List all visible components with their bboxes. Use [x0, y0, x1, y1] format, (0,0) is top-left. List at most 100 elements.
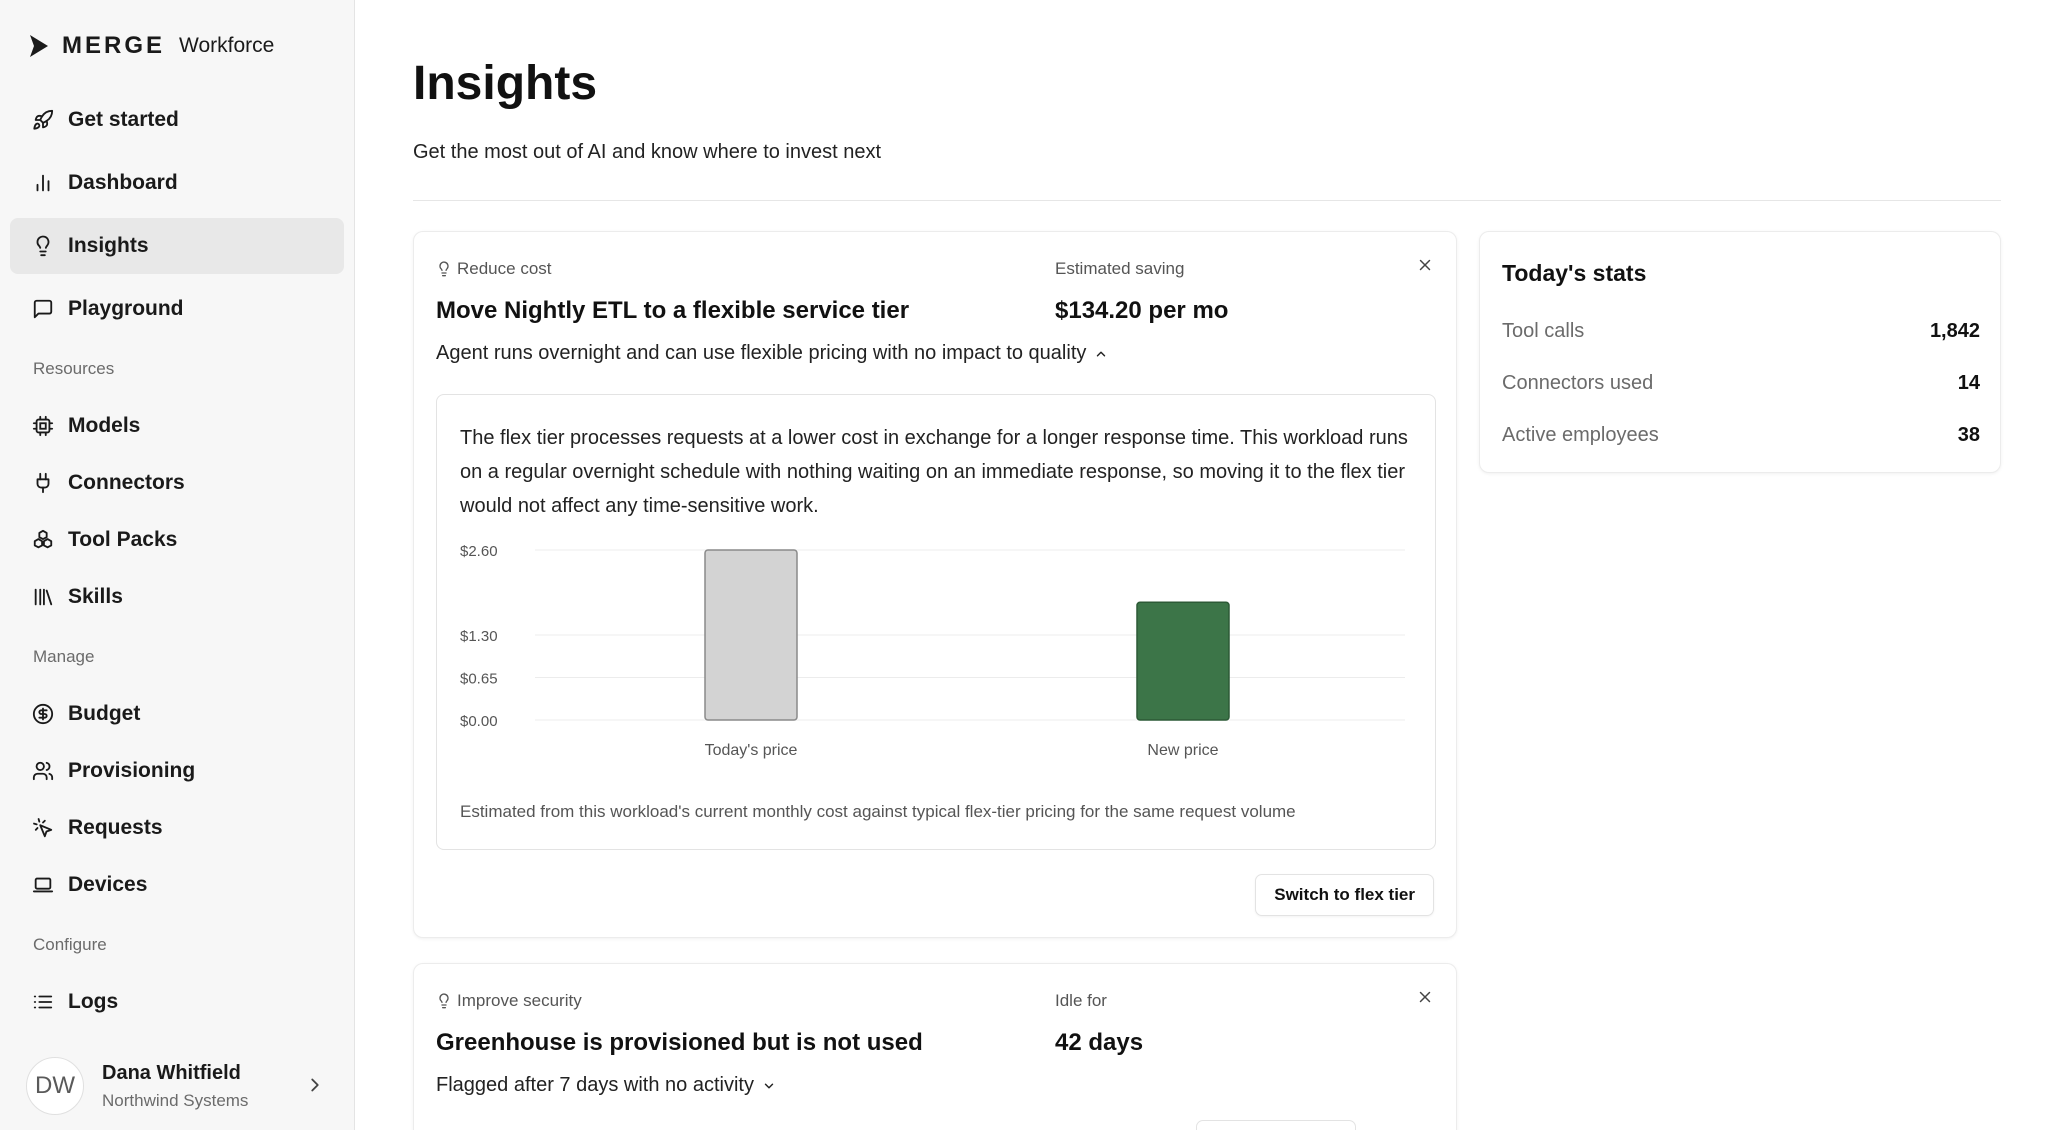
- todays-stats-card: Today's stats Tool calls 1,842 Connector…: [1479, 231, 2001, 473]
- recommendation-title: Greenhouse is provisioned but is not use…: [436, 1029, 923, 1056]
- bar-chart-icon: [36, 174, 50, 192]
- y-tick-label: $2.60: [460, 545, 498, 560]
- user-menu[interactable]: DW Dana Whitfield Northwind Systems: [26, 1056, 336, 1116]
- section-manage: Manage: [33, 647, 95, 666]
- x-tick-label: New price: [1147, 742, 1218, 759]
- brand-logo[interactable]: MERGE Workforce: [28, 30, 274, 62]
- price-comparison-chart: $0.00 $0.65 $1.30 $2.60 Today's price New pri…: [460, 545, 1405, 759]
- sidebar-item-label: Skills: [68, 585, 123, 608]
- stat-row: Connectors used 14: [1502, 372, 1980, 395]
- chart-note: Estimated from this workload's current m…: [460, 802, 1296, 821]
- sidebar-item-get-started[interactable]: Get started: [10, 92, 344, 148]
- stat-label: Active employees: [1502, 424, 1659, 446]
- recommendation-card-cost: Reduce cost Move Nightly ETL to a flexib…: [413, 231, 1457, 938]
- sidebar-item-playground[interactable]: Playground: [10, 281, 344, 337]
- sidebar-item-label: Get started: [68, 108, 179, 131]
- sidebar-item-label: Logs: [68, 990, 119, 1013]
- user-info: Dana Whitfield Northwind Systems: [102, 1062, 248, 1111]
- close-icon[interactable]: [1416, 256, 1434, 274]
- plug-icon: [36, 472, 50, 494]
- sidebar-item-label: Provisioning: [68, 759, 196, 782]
- user-name: Dana Whitfield: [102, 1061, 241, 1084]
- recommendation-description-toggle[interactable]: Agent runs overnight and can use flexibl…: [436, 342, 1108, 365]
- laptop-icon: [32, 877, 54, 893]
- rocket-icon: [33, 109, 54, 130]
- recommendation-title: Move Nightly ETL to a flexible service t…: [436, 297, 910, 324]
- cpu-icon: [32, 415, 54, 437]
- lightbulb-icon: [439, 993, 449, 1009]
- sidebar-item-requests[interactable]: Requests: [10, 800, 344, 856]
- sidebar-item-models[interactable]: Models: [10, 398, 344, 454]
- cubes-icon: [33, 529, 53, 549]
- sidebar-item-label: Tool Packs: [68, 528, 178, 551]
- brand-product: Workforce: [179, 34, 275, 57]
- stats-title: Today's stats: [1502, 260, 1647, 286]
- chevron-up-icon: [1097, 351, 1106, 356]
- sidebar-item-dashboard[interactable]: Dashboard: [10, 155, 344, 211]
- sidebar-item-label: Connectors: [68, 471, 185, 494]
- metric-value: $134.20 per mo: [1055, 297, 1229, 324]
- recommendation-action-button[interactable]: [1196, 1120, 1356, 1130]
- stat-row: Active employees 38: [1502, 424, 1980, 447]
- y-tick-label: $0.65: [460, 671, 498, 688]
- user-org: Northwind Systems: [102, 1090, 249, 1110]
- pointer-click-icon: [33, 818, 53, 838]
- sidebar-item-tool-packs[interactable]: Tool Packs: [10, 512, 344, 568]
- switch-to-flex-tier-button[interactable]: Switch to flex tier: [1255, 874, 1434, 916]
- stat-label: Tool calls: [1502, 320, 1585, 342]
- category-label: Reduce cost: [457, 259, 552, 278]
- dollar-circle-icon: [32, 703, 54, 725]
- brand-name: MERGE: [62, 32, 166, 59]
- metric-label: Idle for: [1055, 991, 1107, 1010]
- recommendation-card-security: Improve security Greenhouse is provision…: [413, 963, 1457, 1130]
- sidebar-item-provisioning[interactable]: Provisioning: [10, 743, 344, 799]
- header-divider: [413, 200, 2001, 201]
- x-tick-label: Today's price: [705, 742, 798, 759]
- recommendation-category: Improve security: [436, 991, 582, 1011]
- page-title: Insights: [413, 57, 598, 110]
- metric-label: Estimated saving: [1055, 259, 1185, 278]
- list-icon: [33, 995, 53, 1009]
- stat-row: Tool calls 1,842: [1502, 320, 1980, 343]
- y-tick-label: $0.00: [460, 713, 498, 730]
- sidebar: MERGE Workforce Get started Dashboard In…: [0, 0, 355, 1130]
- sidebar-item-skills[interactable]: Skills: [10, 569, 344, 625]
- close-icon[interactable]: [1416, 988, 1434, 1006]
- detail-text: The flex tier processes requests at a lo…: [460, 427, 1408, 517]
- bar-todays-price: [704, 549, 798, 721]
- sidebar-item-label: Devices: [68, 873, 148, 896]
- sidebar-item-insights[interactable]: Insights: [10, 218, 344, 274]
- recommendation-description: Agent runs overnight and can use flexibl…: [436, 342, 1087, 364]
- recommendation-category: Reduce cost: [436, 259, 552, 279]
- section-configure: Configure: [33, 935, 107, 954]
- message-square-icon: [33, 299, 53, 319]
- sidebar-item-label: Models: [68, 414, 141, 437]
- sidebar-item-connectors[interactable]: Connectors: [10, 455, 344, 511]
- library-icon: [34, 588, 53, 606]
- sidebar-item-label: Budget: [68, 702, 141, 725]
- y-tick-label: $1.30: [460, 628, 498, 645]
- recommendation-detail-panel: The flex tier processes requests at a lo…: [436, 394, 1436, 850]
- sidebar-item-label: Requests: [68, 816, 163, 839]
- merge-logo-icon: [30, 35, 48, 57]
- sidebar-item-budget[interactable]: Budget: [10, 686, 344, 742]
- metric-value: 42 days: [1055, 1029, 1144, 1056]
- sidebar-item-label: Insights: [68, 234, 149, 257]
- stat-label: Connectors used: [1502, 372, 1654, 394]
- lightbulb-icon: [36, 235, 50, 257]
- stat-value: 14: [1957, 372, 1980, 394]
- users-icon: [32, 761, 54, 781]
- sidebar-item-label: Playground: [68, 297, 184, 320]
- chevron-right-icon: [311, 1078, 319, 1092]
- sidebar-item-logs[interactable]: Logs: [10, 974, 344, 1030]
- page-subtitle: Get the most out of AI and know where to…: [413, 141, 882, 163]
- stat-value: 38: [1957, 424, 1980, 446]
- bar-new-price: [1136, 601, 1230, 721]
- stat-value: 1,842: [1929, 320, 1980, 342]
- lightbulb-icon: [439, 261, 449, 277]
- avatar: DW: [26, 1057, 84, 1115]
- section-resources: Resources: [33, 359, 115, 378]
- sidebar-item-devices[interactable]: Devices: [10, 857, 344, 913]
- sidebar-item-label: Dashboard: [68, 171, 178, 194]
- recommendation-description-toggle[interactable]: Flagged after 7 days with no activity: [436, 1074, 776, 1097]
